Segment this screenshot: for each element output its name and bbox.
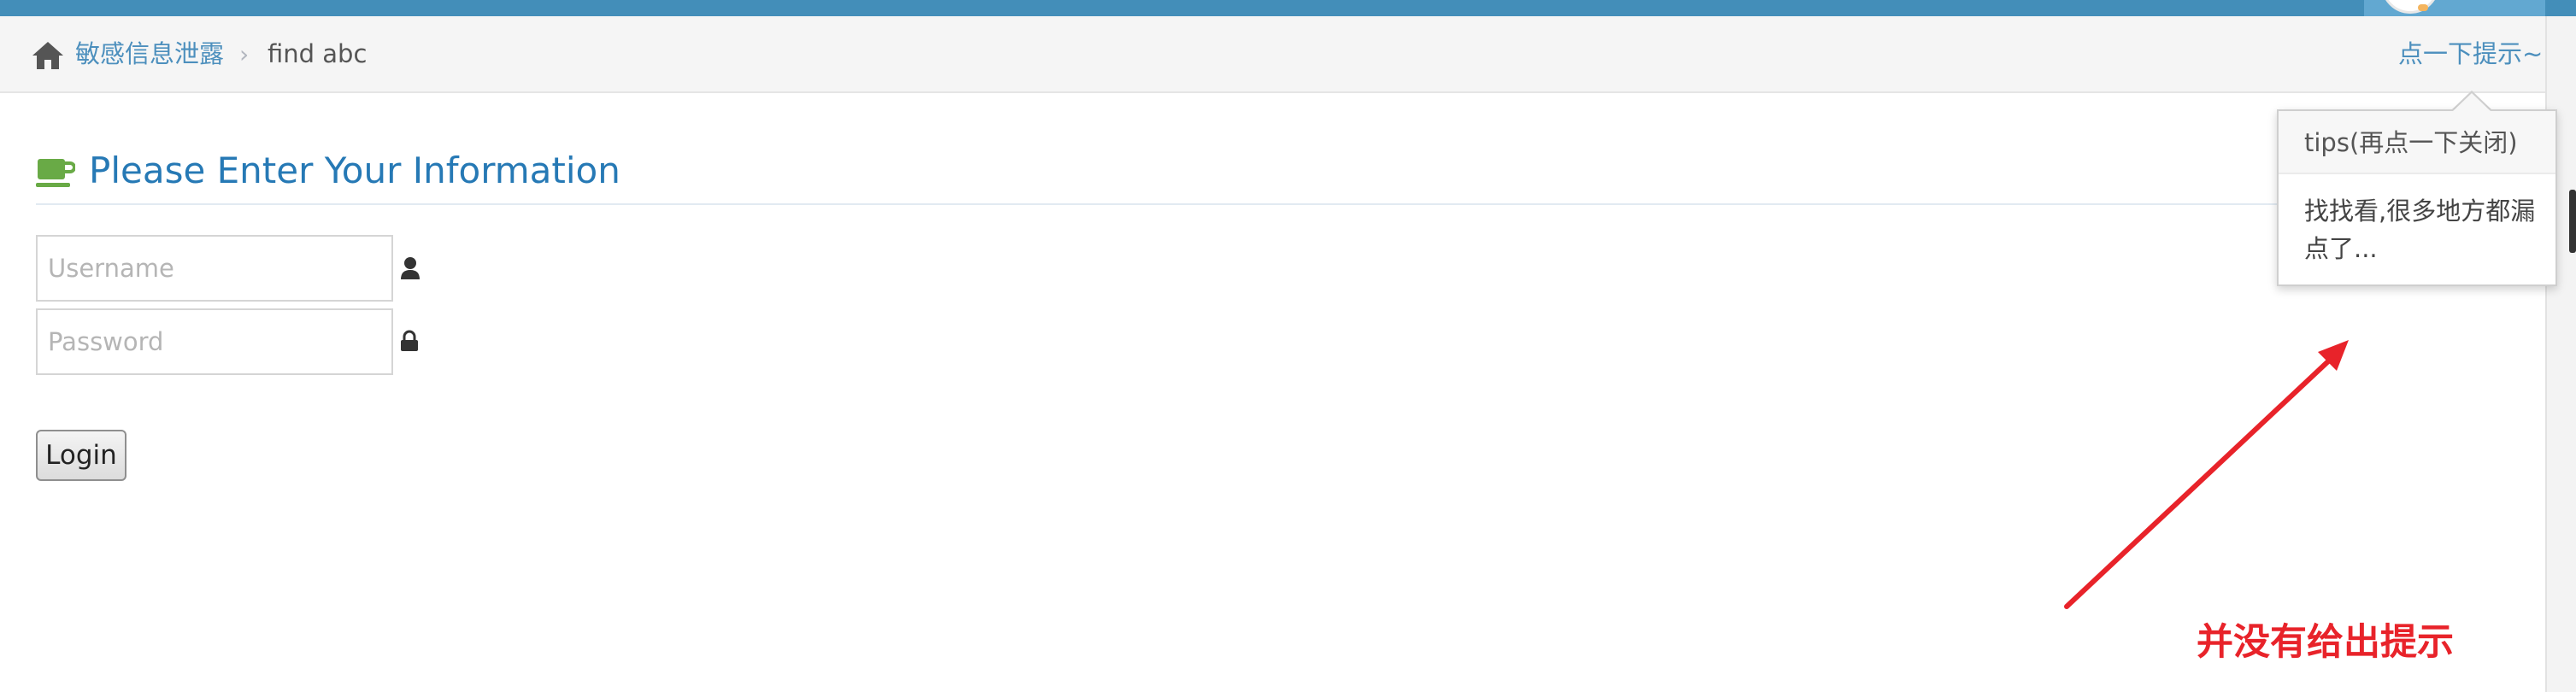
top-navbar bbox=[0, 0, 2576, 16]
hint-link[interactable]: 点一下提示~ bbox=[2398, 37, 2543, 71]
popover-title: tips(再点一下关闭) bbox=[2304, 128, 2518, 157]
coffee-cup-icon bbox=[36, 159, 75, 187]
page: 敏感信息泄露 › find abc 点一下提示~ Please Enter Yo… bbox=[0, 0, 2576, 692]
popover-header: tips(再点一下关闭) bbox=[2279, 111, 2555, 174]
breadcrumb-separator: › bbox=[239, 40, 250, 68]
breadcrumb-bar: 敏感信息泄露 › find abc 点一下提示~ bbox=[0, 16, 2545, 93]
scrollbar-thumb[interactable] bbox=[2569, 190, 2576, 253]
user-icon bbox=[401, 257, 420, 279]
lock-icon bbox=[401, 330, 418, 351]
breadcrumb-link-parent[interactable]: 敏感信息泄露 bbox=[75, 37, 224, 71]
popover-arrow-fill bbox=[2453, 93, 2491, 111]
password-input[interactable] bbox=[36, 308, 393, 375]
login-button[interactable]: Login bbox=[36, 430, 126, 481]
tips-popover[interactable]: tips(再点一下关闭) 找找看,很多地方都漏点了... bbox=[2277, 109, 2557, 286]
avatar-detail bbox=[2418, 4, 2428, 11]
home-icon[interactable] bbox=[31, 40, 65, 71]
username-input[interactable] bbox=[36, 235, 393, 302]
annotation-text: 并没有给出提示 bbox=[2197, 621, 2454, 664]
popover-content: 找找看,很多地方都漏点了... bbox=[2304, 196, 2536, 263]
breadcrumb-current: find abc bbox=[268, 39, 368, 68]
page-title: Please Enter Your Information bbox=[89, 150, 620, 191]
title-divider bbox=[36, 203, 2284, 205]
annotation-arrow bbox=[2064, 340, 2349, 609]
